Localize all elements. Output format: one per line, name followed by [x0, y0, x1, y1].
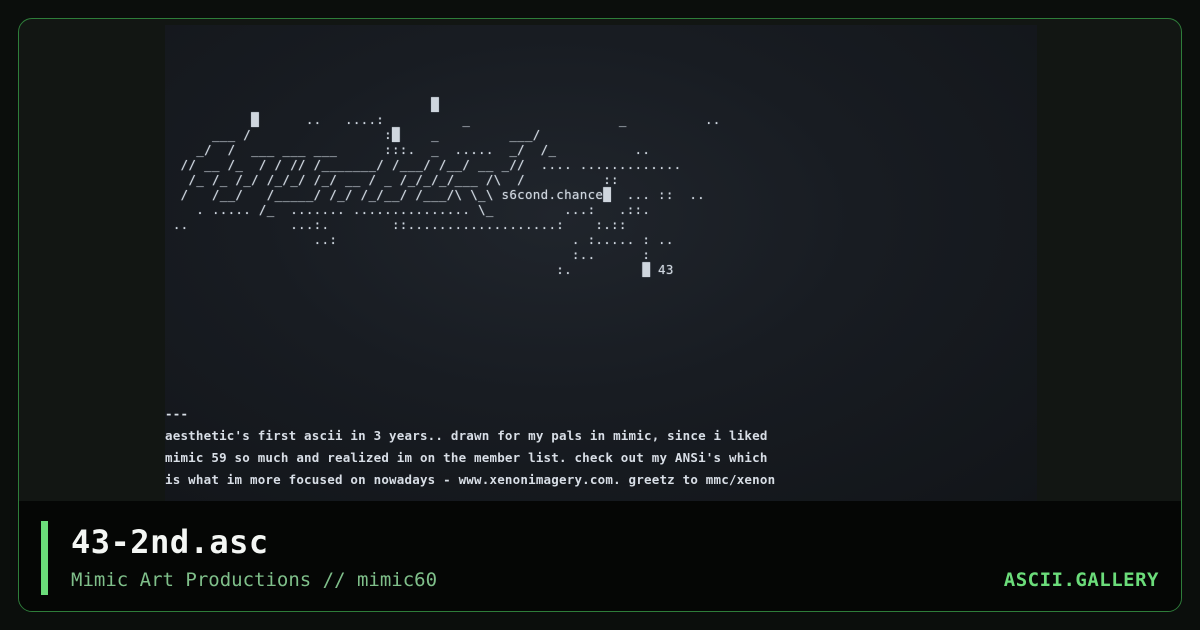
brand-logo[interactable]: ASCII.GALLERY [1004, 569, 1159, 591]
ascii-caption-text: --- aesthetic's first ascii in 3 years..… [165, 406, 776, 487]
info-bar: 43-2nd.asc Mimic Art Productions // mimi… [19, 501, 1181, 611]
artwork-preview[interactable]: █ █ .. ....: _ _ .. ___ / :█ _ ___/ _/ /… [165, 25, 1037, 503]
artwork-title: 43-2nd.asc [71, 523, 269, 561]
ascii-art-text: █ █ .. ....: _ _ .. ___ / :█ _ ___/ _/ /… [172, 97, 721, 277]
card-frame: █ █ .. ....: _ _ .. ___ / :█ _ ___/ _/ /… [18, 18, 1182, 612]
accent-bar [41, 521, 48, 595]
artwork-subtitle: Mimic Art Productions // mimic60 [71, 569, 438, 591]
